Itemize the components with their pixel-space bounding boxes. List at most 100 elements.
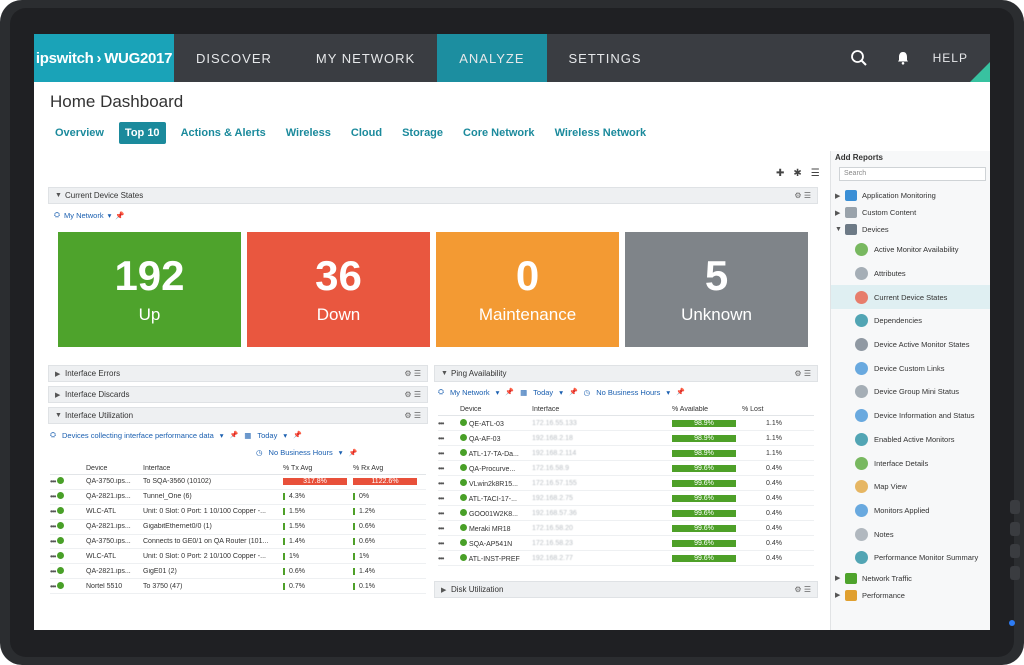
more-icon[interactable]: ••• bbox=[438, 479, 444, 488]
table-row[interactable]: ••• WLC-ATL Unit: 0 Slot: 0 Port: 1 10/10… bbox=[50, 505, 426, 520]
table-row[interactable]: ••• QA-2821.ips... GigabitEthernet0/0 (1)… bbox=[50, 520, 426, 535]
more-icon[interactable]: ••• bbox=[438, 524, 444, 533]
pin-icon[interactable]: 📌 bbox=[505, 388, 514, 396]
caret-down-icon[interactable]: ▾ bbox=[283, 431, 287, 440]
interface-errors-header[interactable]: ▶ Interface Errors ⚙ ☰ bbox=[48, 365, 428, 382]
column-device[interactable]: Device bbox=[86, 465, 143, 472]
table-row[interactable]: ••• Meraki MR18 172.16.58.20 99.6% 0.4% bbox=[438, 521, 814, 536]
add-icon[interactable]: ✚ bbox=[776, 168, 784, 179]
utilization-scope[interactable]: Devices collecting interface performance… bbox=[62, 431, 214, 440]
report-group[interactable]: ▶ Network Traffic bbox=[831, 570, 990, 587]
tab-storage[interactable]: Storage bbox=[397, 122, 448, 144]
reports-search-input[interactable]: Search bbox=[839, 167, 986, 181]
report-item[interactable]: Active Monitor Availability bbox=[831, 238, 990, 262]
report-item[interactable]: Device Custom Links bbox=[831, 356, 990, 380]
brand-logo[interactable]: ipswitch › WUG2017 bbox=[34, 34, 174, 82]
more-icon[interactable]: ••• bbox=[438, 419, 444, 428]
table-row[interactable]: ••• GOO01W2K8... 192.168.57.36 99.6% 0.4% bbox=[438, 506, 814, 521]
pin-icon[interactable]: 📌 bbox=[349, 449, 358, 457]
tile-unknown[interactable]: 5 Unknown bbox=[625, 232, 808, 347]
tab-wireless[interactable]: Wireless bbox=[281, 122, 336, 144]
table-row[interactable]: ••• ATL-TACI-17-... 192.168.2.75 99.6% 0.4% bbox=[438, 491, 814, 506]
ping-availability-header[interactable]: ▼ Ping Availability ⚙ ☰ bbox=[434, 365, 818, 382]
nav-analyze[interactable]: ANALYZE bbox=[437, 34, 547, 82]
report-item[interactable]: Attributes bbox=[831, 262, 990, 286]
utilization-range[interactable]: Today bbox=[257, 431, 277, 440]
ping-range[interactable]: Today bbox=[533, 388, 553, 397]
chevron-right-icon[interactable]: ▶ bbox=[55, 370, 65, 378]
table-row[interactable]: ••• Nortel 5510 To 3750 (47) 0.7% 0.1% bbox=[50, 579, 426, 595]
report-group[interactable]: ▼ Devices bbox=[831, 221, 990, 238]
table-row[interactable]: ••• WLC-ATL Unit: 0 Slot: 0 Port: 2 10/10… bbox=[50, 549, 426, 565]
report-item[interactable]: Device Group Mini Status bbox=[831, 380, 990, 404]
gear-icon[interactable]: ✱ bbox=[793, 168, 801, 179]
cell-device[interactable]: QA-2821.ips... bbox=[86, 568, 143, 575]
cell-device[interactable]: VLwin2k8R15... bbox=[460, 478, 532, 488]
search-icon[interactable] bbox=[837, 34, 881, 82]
tile-maintenance[interactable]: 0 Maintenance bbox=[436, 232, 619, 347]
cell-device[interactable]: SQA-AP541N bbox=[460, 538, 532, 548]
column-device[interactable]: Device bbox=[460, 406, 532, 413]
utilization-hours[interactable]: No Business Hours bbox=[269, 448, 333, 457]
pin-icon[interactable]: 📌 bbox=[230, 431, 239, 439]
interface-utilization-header[interactable]: ▼ Interface Utilization ⚙ ☰ bbox=[48, 407, 428, 424]
cell-device[interactable]: Meraki MR18 bbox=[460, 523, 532, 533]
chevron-right-icon[interactable]: ▶ bbox=[835, 192, 845, 200]
interface-discards-header[interactable]: ▶ Interface Discards ⚙ ☰ bbox=[48, 386, 428, 403]
cell-device[interactable]: QE-ATL-03 bbox=[460, 418, 532, 428]
tab-overview[interactable]: Overview bbox=[50, 122, 109, 144]
cell-device[interactable]: QA-2821.ips... bbox=[86, 523, 143, 530]
tab-wireless-network[interactable]: Wireless Network bbox=[550, 122, 652, 144]
pin-icon[interactable]: 📌 bbox=[293, 431, 302, 439]
panel-tools[interactable]: ⚙ ☰ bbox=[794, 585, 811, 594]
column-interface[interactable]: Interface bbox=[143, 465, 283, 472]
column-available[interactable]: % Available bbox=[672, 406, 742, 413]
table-row[interactable]: ••• QE-ATL-03 172.16.55.133 98.9% 1.1% bbox=[438, 416, 814, 431]
table-row[interactable]: ••• SQA-AP541N 172.16.58.23 99.6% 0.4% bbox=[438, 536, 814, 551]
table-row[interactable]: ••• QA-2821.ips... Tunnel_One (6) 4.3% 0% bbox=[50, 490, 426, 505]
caret-down-icon[interactable]: ▾ bbox=[220, 431, 224, 440]
chevron-down-icon[interactable]: ▼ bbox=[55, 412, 65, 419]
caret-down-icon[interactable]: ▾ bbox=[559, 388, 563, 397]
chevron-right-icon[interactable]: ▶ bbox=[55, 391, 65, 399]
cell-device[interactable]: WLC-ATL bbox=[86, 508, 143, 515]
more-icon[interactable]: ••• bbox=[438, 494, 444, 503]
cell-device[interactable]: QA-3750.ips... bbox=[86, 478, 143, 485]
table-row[interactable]: ••• QA-2821.ips... GigE01 (2) 0.6% 1.4% bbox=[50, 564, 426, 580]
table-row[interactable]: ••• QA-AF-03 192.168.2.18 98.9% 1.1% bbox=[438, 431, 814, 446]
cell-device[interactable]: QA-AF-03 bbox=[460, 433, 532, 443]
report-item[interactable]: Device Active Monitor States bbox=[831, 333, 990, 357]
cell-device[interactable]: QA-Procurve... bbox=[460, 463, 532, 473]
report-item[interactable]: Dependencies bbox=[831, 309, 990, 333]
report-item[interactable]: Performance Monitor Summary bbox=[831, 546, 990, 570]
report-item[interactable]: Interface Details bbox=[831, 451, 990, 475]
chevron-down-icon[interactable]: ▼ bbox=[441, 370, 451, 377]
table-row[interactable]: ••• QA-3750.ips... Connects to GE0/1 on Q… bbox=[50, 535, 426, 550]
tab-core-network[interactable]: Core Network bbox=[458, 122, 540, 144]
device-scope-selector[interactable]: ⛭ My Network ▾ 📌 bbox=[54, 210, 125, 220]
chevron-right-icon[interactable]: ▶ bbox=[441, 586, 451, 594]
cell-device[interactable]: ATL-INST-PREF bbox=[460, 553, 532, 563]
cell-device[interactable]: Nortel 5510 bbox=[86, 583, 143, 590]
tile-down[interactable]: 36 Down bbox=[247, 232, 430, 347]
table-row[interactable]: ••• QA-Procurve... 172.16.58.9 99.6% 0.4% bbox=[438, 461, 814, 476]
column-interface[interactable]: Interface bbox=[532, 406, 672, 413]
panel-tools[interactable]: ⚙ ☰ bbox=[404, 411, 421, 420]
chevron-right-icon[interactable]: ▶ bbox=[835, 209, 845, 217]
panel-tools[interactable]: ⚙ ☰ bbox=[794, 191, 811, 200]
tab-cloud[interactable]: Cloud bbox=[346, 122, 387, 144]
menu-icon[interactable]: ☰ bbox=[811, 168, 820, 179]
chevron-right-icon[interactable]: ▶ bbox=[835, 574, 845, 582]
caret-down-icon[interactable]: ▾ bbox=[666, 388, 670, 397]
chevron-down-icon[interactable]: ▼ bbox=[835, 226, 845, 233]
table-row[interactable]: ••• VLwin2k8R15... 172.16.57.155 99.6% 0.4% bbox=[438, 476, 814, 491]
tab-top-10[interactable]: Top 10 bbox=[118, 122, 166, 144]
bell-icon[interactable] bbox=[881, 34, 925, 82]
more-icon[interactable]: ••• bbox=[438, 539, 444, 548]
report-item[interactable]: Monitors Applied bbox=[831, 499, 990, 523]
more-icon[interactable]: ••• bbox=[438, 449, 444, 458]
more-icon[interactable]: ••• bbox=[438, 464, 444, 473]
caret-down-icon[interactable]: ▾ bbox=[339, 448, 343, 457]
pin-icon[interactable]: 📌 bbox=[676, 388, 685, 396]
report-item[interactable]: Current Device States bbox=[831, 285, 990, 310]
